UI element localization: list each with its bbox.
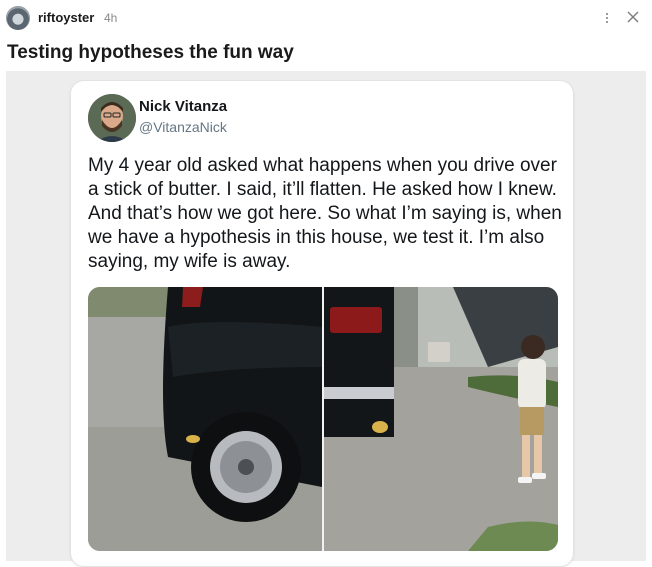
post-title[interactable]: Testing hypotheses the fun way: [7, 42, 294, 64]
avatar[interactable]: [6, 6, 30, 30]
post-timestamp: 4h: [104, 11, 118, 25]
username-link[interactable]: riftoyster: [38, 10, 94, 25]
tweet-author-avatar: [88, 94, 136, 142]
close-icon[interactable]: [624, 8, 642, 26]
tweet-screenshot: Nick Vitanza @VitanzaNick My 4 year old …: [70, 80, 574, 567]
tweet-author-name: Nick Vitanza: [139, 98, 228, 115]
more-options-icon[interactable]: [600, 9, 614, 27]
post-header: riftoyster 4h: [0, 0, 652, 36]
tweet-body: My 4 year old asked what happens when yo…: [88, 155, 562, 272]
tweet-photo: [88, 287, 558, 551]
tweet-author-handle: @VitanzaNick: [139, 119, 227, 135]
